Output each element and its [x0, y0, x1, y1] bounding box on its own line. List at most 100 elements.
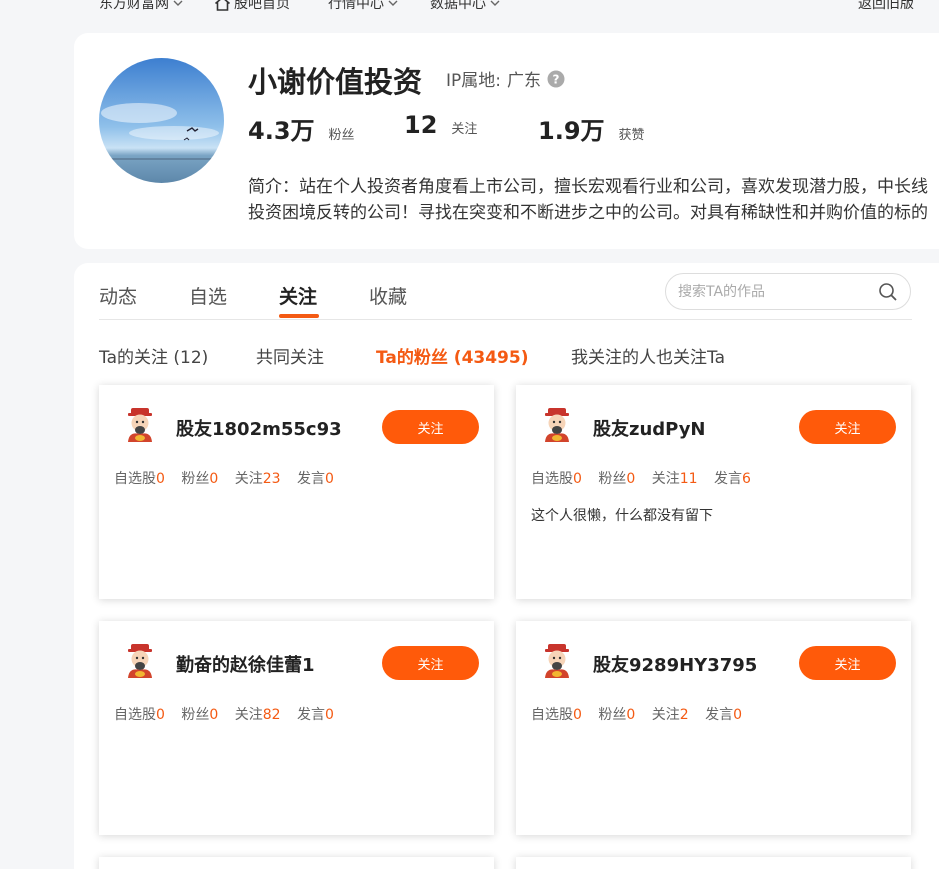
tab-watchlist[interactable]: 自选 [189, 282, 227, 309]
nav-eastmoney[interactable]: 东方财富网 [99, 0, 184, 13]
stat-label: 自选股 [531, 707, 573, 723]
stat-value: 0 [325, 471, 334, 487]
stat-label: 粉丝 [598, 707, 627, 723]
search-box [665, 273, 911, 310]
user-card[interactable]: 股友1802m55c93 关注 自选股0 粉丝0 关注23 发言0 [99, 385, 494, 599]
stat-label: 发言 [705, 707, 734, 723]
stat-value: 0 [325, 707, 334, 723]
stat-label: 关注 [234, 707, 263, 723]
nav-guba-home[interactable]: 股吧首页 [214, 0, 290, 13]
stat-label: 自选股 [114, 471, 156, 487]
stat-value: 11 [679, 471, 698, 487]
search-icon[interactable] [878, 282, 898, 302]
nav-market-center[interactable]: 行情中心 [328, 0, 399, 13]
stat-posts: 发言0 [297, 471, 334, 487]
stat-value: 0 [209, 707, 219, 723]
chevron-down-icon [173, 0, 183, 6]
active-tab-indicator [279, 314, 319, 318]
stat-posts: 发言0 [297, 707, 334, 723]
stat-label: 自选股 [114, 707, 156, 723]
subtab-ta-fans[interactable]: Ta的粉丝 (43495) [376, 343, 528, 368]
user-card[interactable]: 股友zudPyN 关注 自选股0 粉丝0 关注11 发言6 这个人很懒，什么都没… [516, 385, 911, 599]
stat-following: 关注23 [235, 471, 281, 487]
chevron-down-icon [490, 0, 500, 6]
ip-value: 广东 [507, 71, 541, 91]
stat-label: 关注 [651, 471, 680, 487]
stat-label: 发言 [714, 471, 743, 487]
stat-value: 0 [209, 471, 219, 487]
subtab-ta-following[interactable]: Ta的关注 (12) [99, 343, 208, 368]
stat-label: 发言 [297, 471, 326, 487]
stat-value: 23 [262, 471, 281, 487]
user-card[interactable]: 股友9289HY3795 关注 自选股0 粉丝0 关注2 发言0 [516, 621, 911, 835]
user-name[interactable]: 股友9289HY3795 [593, 651, 757, 677]
bio-line: 简介：站在个人投资者角度看上市公司，擅长宏观看行业和公司，喜欢发现潜力股，中长线 [248, 177, 928, 197]
stat-value: 0 [156, 471, 165, 487]
follow-button[interactable]: 关注 [382, 646, 479, 680]
stat-fans-label: 粉丝 [328, 128, 355, 143]
user-card[interactable] [99, 857, 494, 869]
caishen-avatar-icon [128, 644, 152, 678]
user-name[interactable]: 勤奋的赵徐佳蕾1 [176, 651, 315, 677]
tab-following[interactable]: 关注 [279, 282, 317, 309]
follow-button[interactable]: 关注 [799, 410, 896, 444]
question-circle-icon[interactable]: ? [547, 70, 565, 88]
stat-posts: 发言0 [705, 707, 742, 723]
stat-value: 0 [626, 471, 636, 487]
nav-market-center-label: 行情中心 [328, 0, 384, 12]
follow-button[interactable]: 关注 [382, 410, 479, 444]
chevron-down-icon [388, 0, 398, 6]
profile-card: 小谢价值投资 IP属地: 广东 ? 4.3万 粉丝 12 关注 1.9万 获赞 … [74, 33, 939, 249]
stat-label: 粉丝 [181, 707, 210, 723]
subtab-mutual-following[interactable]: 共同关注 [256, 343, 324, 368]
stat-label: 粉丝 [181, 471, 210, 487]
stat-fans[interactable]: 4.3万 粉丝 [248, 111, 355, 146]
subtab-also-follow[interactable]: 我关注的人也关注Ta [571, 343, 725, 368]
back-to-old-version-link[interactable]: 返回旧版 [858, 0, 914, 13]
stat-value: 82 [262, 707, 281, 723]
stat-fans: 粉丝0 [598, 471, 635, 487]
user-description: 这个人很懒，什么都没有留下 [531, 508, 713, 524]
stat-watchlist: 自选股0 [531, 471, 582, 487]
user-name[interactable]: 股友zudPyN [593, 415, 706, 441]
user-name[interactable]: 股友1802m55c93 [176, 415, 342, 441]
tab-dynamics[interactable]: 动态 [99, 282, 137, 309]
tab-favorites[interactable]: 收藏 [369, 282, 407, 309]
stat-likes: 1.9万 获赞 [538, 111, 645, 146]
content-panel: 动态 自选 关注 收藏 Ta的关注 (12) 共同关注 Ta的粉丝 (43495… [74, 263, 939, 869]
stat-following[interactable]: 12 关注 [404, 111, 477, 139]
stat-value: 0 [156, 707, 165, 723]
back-to-old-version-label: 返回旧版 [858, 0, 914, 12]
stat-following: 关注11 [652, 471, 698, 487]
stat-label: 自选股 [531, 471, 573, 487]
stat-value: 0 [733, 707, 743, 723]
user-card[interactable]: 勤奋的赵徐佳蕾1 关注 自选股0 粉丝0 关注82 发言0 [99, 621, 494, 835]
search-input[interactable] [678, 274, 868, 309]
stat-watchlist: 自选股0 [114, 707, 165, 723]
ip-label: IP属地: [446, 71, 501, 91]
stat-label: 发言 [297, 707, 326, 723]
nav-data-center[interactable]: 数据中心 [430, 0, 501, 13]
stat-following: 关注82 [235, 707, 281, 723]
stat-watchlist: 自选股0 [114, 471, 165, 487]
stat-fans: 粉丝0 [181, 707, 218, 723]
stat-label: 关注 [234, 471, 263, 487]
stat-value: 0 [626, 707, 636, 723]
stat-label: 粉丝 [598, 471, 627, 487]
stat-watchlist: 自选股0 [531, 707, 582, 723]
nav-data-center-label: 数据中心 [430, 0, 486, 12]
profile-bio: 简介：站在个人投资者角度看上市公司，擅长宏观看行业和公司，喜欢发现潜力股，中长线… [248, 174, 939, 226]
user-card[interactable] [516, 857, 911, 869]
follow-button[interactable]: 关注 [799, 646, 896, 680]
stat-fans: 粉丝0 [181, 471, 218, 487]
nav-eastmoney-label: 东方财富网 [99, 0, 169, 12]
user-stats: 自选股0 粉丝0 关注23 发言0 [114, 468, 346, 488]
caishen-avatar-icon [128, 408, 152, 442]
home-icon [214, 0, 231, 11]
stat-following-value: 12 [404, 111, 438, 139]
stat-following-label: 关注 [451, 122, 478, 137]
stat-value: 2 [679, 707, 689, 723]
avatar[interactable] [99, 58, 224, 183]
stat-likes-label: 获赞 [618, 128, 645, 143]
stat-fans-value: 4.3万 [248, 117, 315, 145]
